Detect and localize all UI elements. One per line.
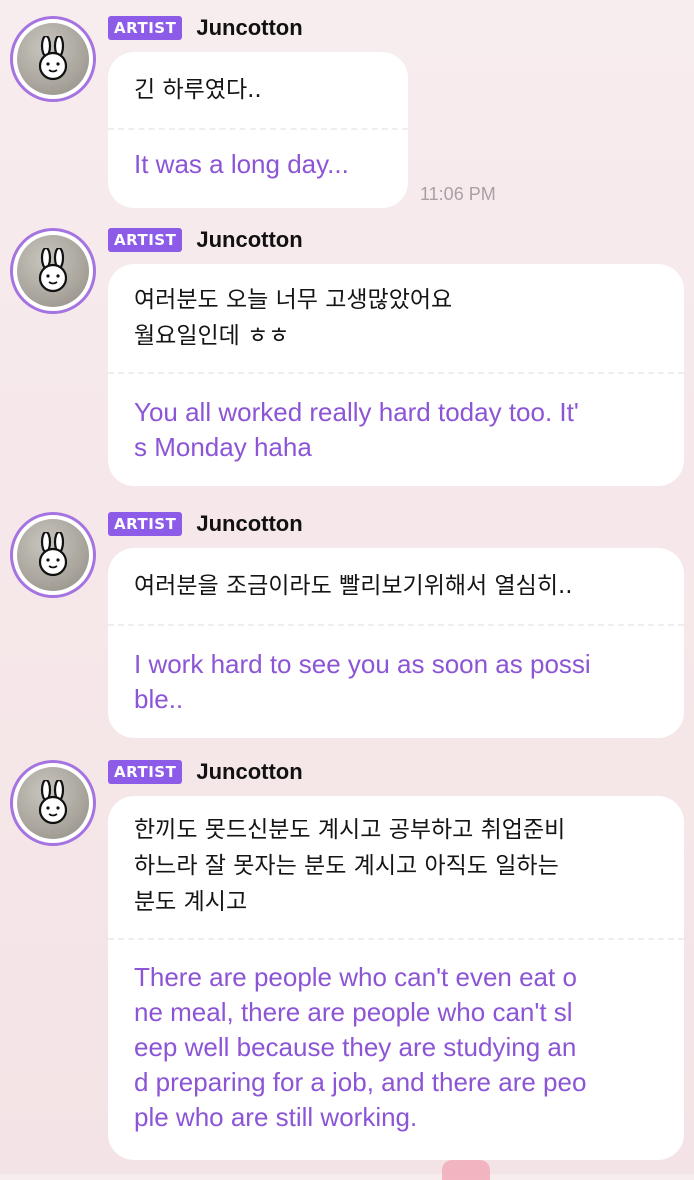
message-bubble[interactable]: 긴 하루였다.. It was a long day...	[108, 52, 408, 208]
message-timestamp: 11:06 PM	[420, 184, 496, 204]
message-korean-text: 여러분을 조금이라도 빨리보기위해서 열심히..	[134, 573, 573, 599]
artist-avatar[interactable]	[10, 16, 96, 102]
message-korean-text: 한끼도 못드신분도 계시고 공부하고 취업준비 하느라 잘 못자는 분도 계시고…	[134, 817, 566, 915]
artist-avatar[interactable]	[10, 228, 96, 314]
message-bubble[interactable]: 여러분도 오늘 너무 고생많았어요 월요일인데 ㅎㅎ You all worke…	[108, 264, 684, 486]
artist-avatar[interactable]	[10, 512, 96, 598]
artist-badge: ARTIST	[108, 228, 183, 252]
artist-badge: ARTIST	[108, 16, 183, 40]
message-korean-text: 여러분도 오늘 너무 고생많았어요 월요일인데 ㅎㅎ	[134, 287, 453, 349]
message-translation-text: You all worked really hard today too. It…	[134, 397, 579, 462]
author-name[interactable]: Juncotton	[196, 511, 302, 537]
message-bubble[interactable]: 여러분을 조금이라도 빨리보기위해서 열심히.. I work hard to …	[108, 548, 684, 738]
bunny-avatar-icon	[38, 780, 68, 825]
bunny-avatar-icon	[38, 36, 68, 81]
message-bubble[interactable]: 한끼도 못드신분도 계시고 공부하고 취업준비 하느라 잘 못자는 분도 계시고…	[108, 796, 684, 1160]
reaction-heart-icon	[442, 1160, 490, 1180]
message-translation-text: I work hard to see you as soon as possi …	[134, 649, 591, 714]
message-korean-text: 긴 하루였다..	[134, 77, 262, 103]
message-translation-text: There are people who can't even eat o ne…	[134, 962, 587, 1132]
message-translation-text: It was a long day...	[134, 149, 349, 179]
bunny-avatar-icon	[38, 532, 68, 577]
bunny-avatar-icon	[38, 248, 68, 293]
author-name[interactable]: Juncotton	[196, 15, 302, 41]
artist-badge: ARTIST	[108, 512, 183, 536]
artist-avatar[interactable]	[10, 760, 96, 846]
author-name[interactable]: Juncotton	[196, 227, 302, 253]
author-name[interactable]: Juncotton	[196, 759, 302, 785]
artist-badge: ARTIST	[108, 760, 183, 784]
chat-thread: ARTIST Juncotton 긴 하루였다.. It was a long …	[0, 0, 694, 1180]
